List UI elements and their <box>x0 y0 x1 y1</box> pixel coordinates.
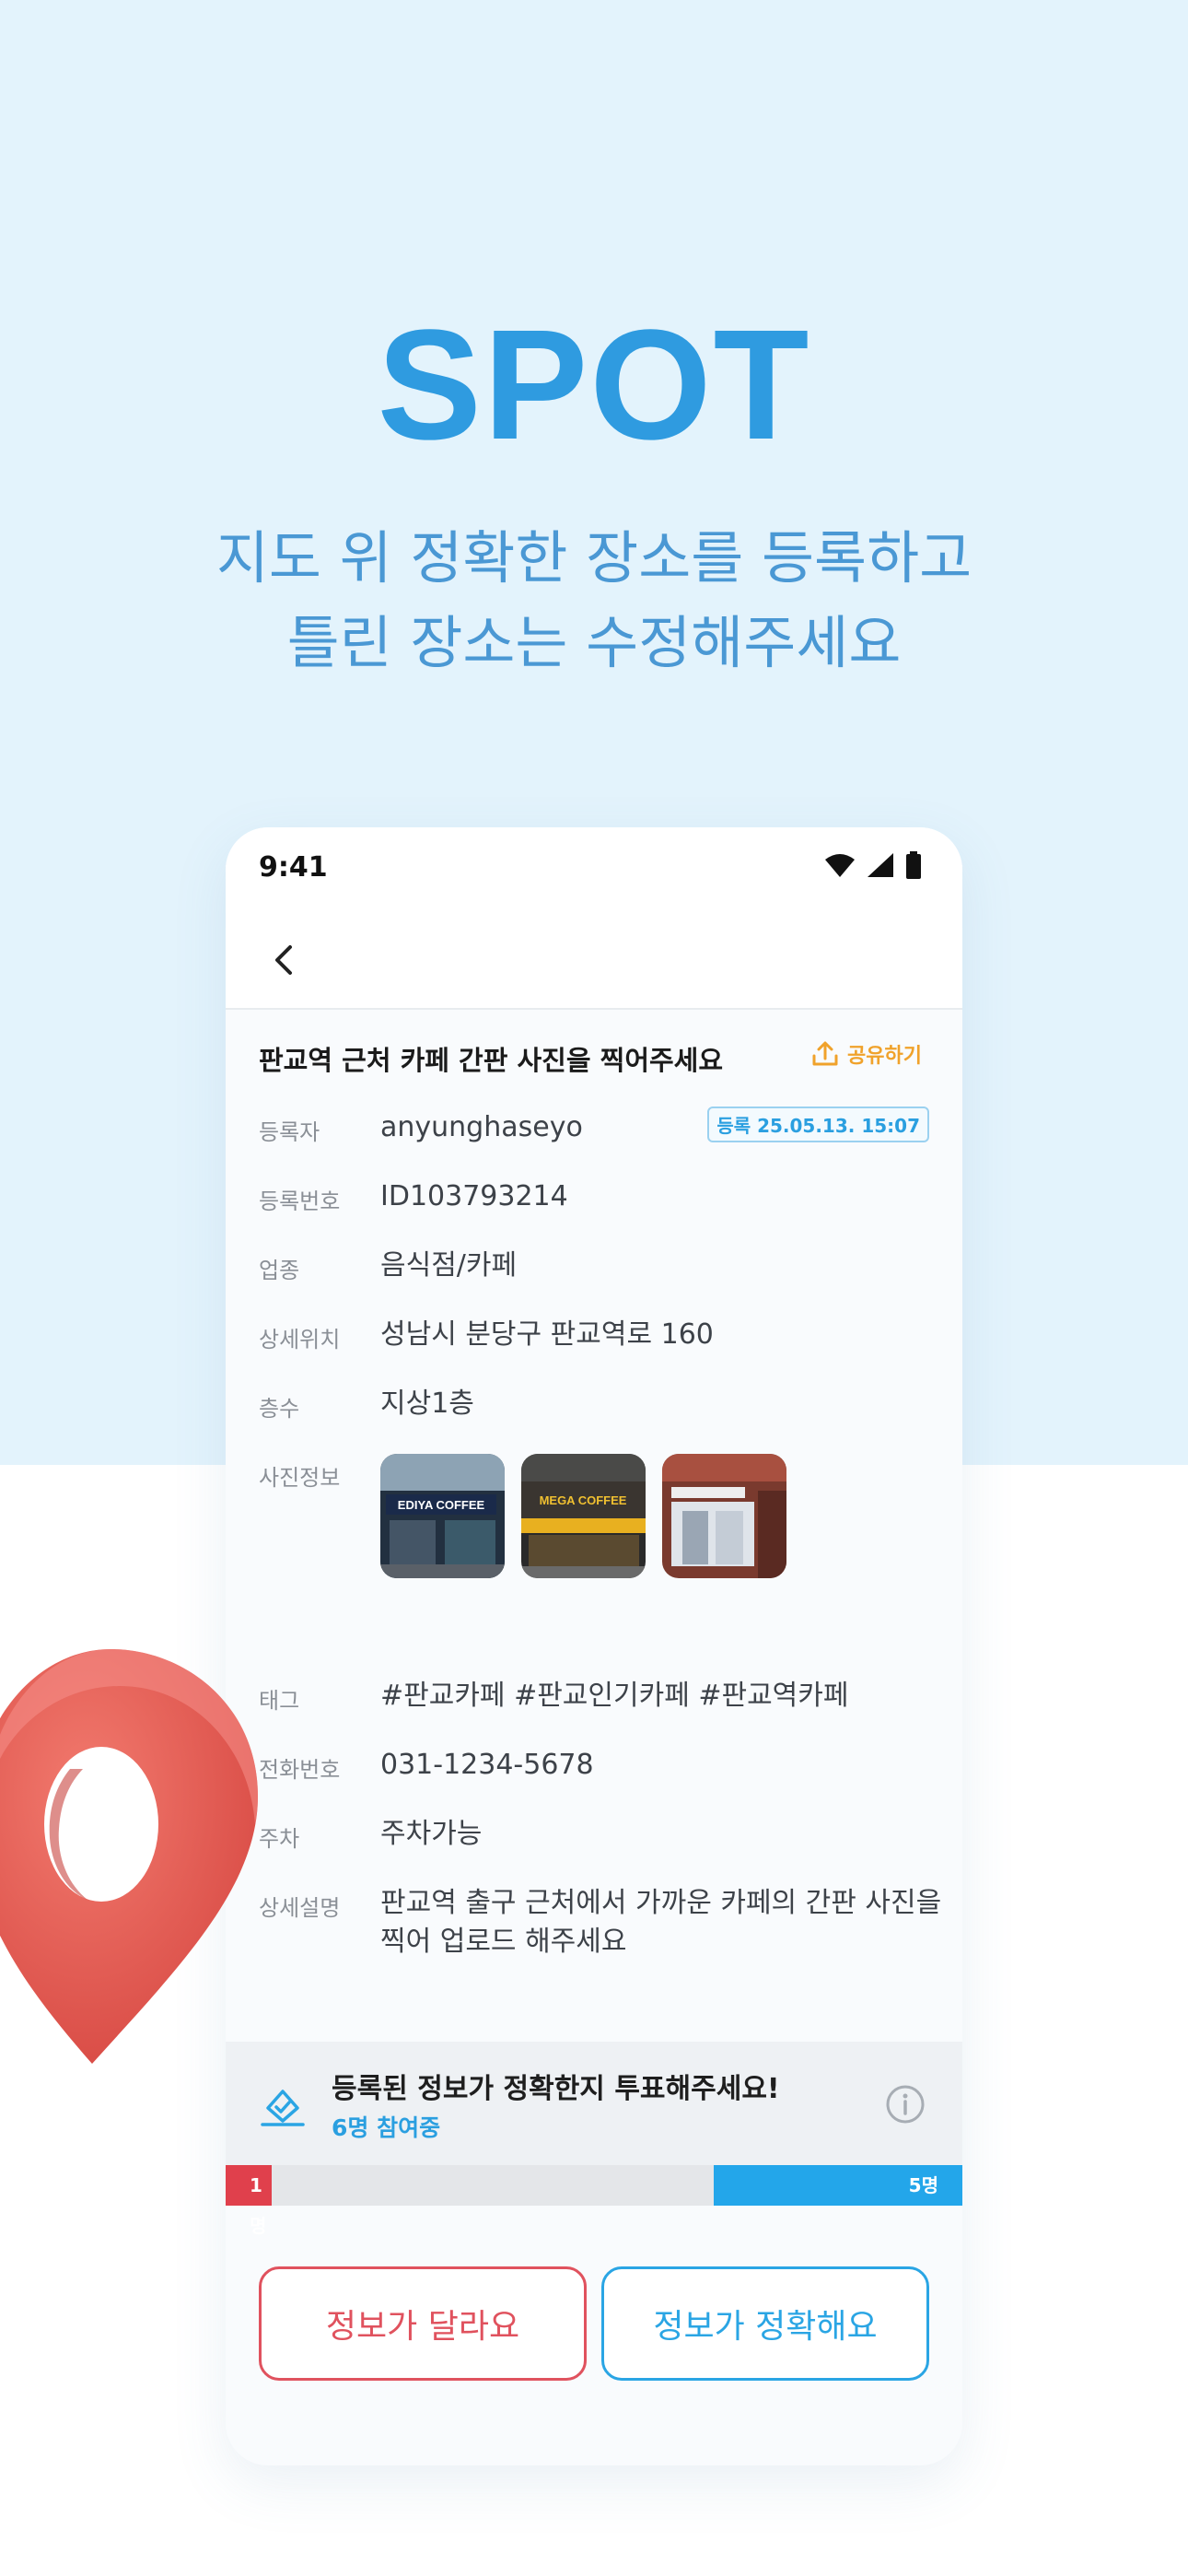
vote-title: 등록된 정보가 정확한지 투표해주세요! <box>332 2073 780 2105</box>
description-line-1: 판교역 출구 근처에서 가까운 카페의 간판 사진을 <box>380 1887 942 1919</box>
status-time: 9:41 <box>259 851 328 884</box>
field-label: 업종 <box>259 1258 300 1283</box>
vote-yes-count: 5명 <box>908 2174 938 2196</box>
description-line-2: 찍어 업로드 해주세요 <box>380 1926 627 1958</box>
field-value: ID103793214 <box>380 1180 568 1212</box>
registered-date-badge: 등록 25.05.13. 15:07 <box>707 1107 929 1142</box>
vote-no-count: 1명 <box>250 2174 267 2237</box>
signal-icon <box>868 853 893 877</box>
field-value: #판교카페 #판교인기카페 #판교역카페 <box>380 1680 849 1712</box>
vote-panel: 등록된 정보가 정확한지 투표해주세요! 6명 참여중 <box>226 2042 962 2165</box>
vote-ratio-bar: 1명 5명 <box>226 2165 962 2237</box>
field-label: 층수 <box>259 1396 300 1422</box>
field-label: 등록자 <box>259 1119 320 1145</box>
chevron-left-icon[interactable] <box>262 938 307 982</box>
battery-icon <box>906 851 921 879</box>
vote-participants: 6명 참여중 <box>332 2114 441 2141</box>
status-icons <box>824 851 922 879</box>
photo-thumbnail[interactable]: EDIYA COFFEE <box>380 1454 505 1578</box>
post-title: 판교역 근처 카페 간판 사진을 찍어주세요 <box>259 1045 724 1076</box>
upload-icon <box>812 1041 838 1066</box>
info-correct-button[interactable]: 정보가 정확해요 <box>601 2266 929 2381</box>
photo-thumbnail[interactable] <box>662 1454 786 1578</box>
field-value: 주차가능 <box>380 1818 483 1850</box>
field-label: 등록번호 <box>259 1188 341 1214</box>
hero-subtitle: 지도 위 정확한 장소를 등록하고 틀린 장소는 수정해주세요 <box>0 516 1188 685</box>
field-value: 지상1층 <box>380 1388 474 1420</box>
photo-thumbnail[interactable]: MEGA COFFEE <box>521 1454 646 1578</box>
wifi-icon <box>825 854 855 877</box>
nav-bar <box>226 910 962 1010</box>
hero-title: SPOT <box>377 298 811 473</box>
hero-subtitle-line-1: 지도 위 정확한 장소를 등록하고 <box>215 524 973 591</box>
field-value: 031-1234-5678 <box>380 1749 594 1781</box>
photo-gallery: EDIYA COFFEE MEGA COFFEE <box>380 1454 786 1578</box>
vote-bar-no: 1명 <box>226 2165 272 2237</box>
vote-ballot-icon <box>261 2090 305 2126</box>
info-icon[interactable] <box>885 2084 926 2125</box>
status-bar: 9:41 <box>226 827 962 910</box>
photo-sign-text: MEGA COFFEE <box>540 1493 627 1507</box>
vote-bar-yes: 5명 <box>714 2165 962 2206</box>
phone-screen: 9:41 판교역 근처 카페 간판 사진을 찍어주세요 공유하기 등록자 any… <box>226 827 962 2465</box>
map-pin-icon <box>0 1649 258 2064</box>
field-value: 성남시 분당구 판교역로 160 <box>380 1318 714 1351</box>
field-value: anyunghaseyo <box>380 1111 583 1143</box>
share-button[interactable]: 공유하기 <box>810 1039 922 1069</box>
share-label: 공유하기 <box>847 1045 922 1068</box>
field-label: 사진정보 <box>259 1465 341 1491</box>
hero-subtitle-line-2: 틀린 장소는 수정해주세요 <box>286 609 902 676</box>
field-label: 상세위치 <box>259 1327 341 1352</box>
info-wrong-button[interactable]: 정보가 달라요 <box>259 2266 587 2381</box>
field-value: 판교역 출구 근처에서 가까운 카페의 간판 사진을 찍어 업로드 해주세요 <box>380 1884 941 1961</box>
field-value: 음식점/카페 <box>380 1249 518 1282</box>
photo-sign-text: EDIYA COFFEE <box>398 1498 485 1512</box>
